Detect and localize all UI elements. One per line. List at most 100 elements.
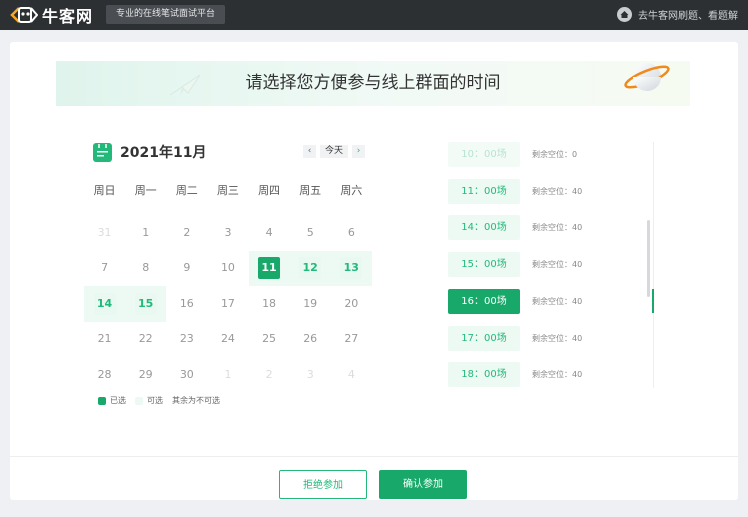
time-slot-button[interactable]: 18：00场 <box>448 362 520 388</box>
remaining-seats-label: 剩余空位：40 <box>532 186 583 196</box>
legend-unavailable-label: 其余为不可选 <box>172 396 220 405</box>
calendar-day: 5 <box>290 215 331 251</box>
calendar-day-number: 7 <box>101 261 109 275</box>
time-slot-button[interactable]: 15：00场 <box>448 252 520 278</box>
calendar-day-number: 3 <box>306 367 314 381</box>
confirm-button[interactable]: 确认参加 <box>379 470 467 499</box>
calendar-day: 27 <box>331 322 372 358</box>
practice-link-label: 去牛客网刷题、看题解 <box>638 11 738 22</box>
calendar-day-number: 25 <box>262 332 277 346</box>
legend-selected-swatch <box>98 396 106 405</box>
logo[interactable]: 牛客网 <box>10 4 93 26</box>
calendar-grid: 31 1 2 3 4 5 6 7 8 9 10 11 12 13 14 15 16 17 18 19 20 21 22 23 2… <box>84 215 372 393</box>
remaining-seats-label: 剩余空位：0 <box>532 150 578 159</box>
remaining-seats-label: 剩余空位：40 <box>532 260 583 270</box>
legend-unavailable: 其余为不可选 <box>172 395 220 406</box>
calendar-day-number: 10 <box>220 261 235 275</box>
today-button[interactable]: 今天 <box>320 145 349 158</box>
calendar-day: 31 <box>84 215 125 251</box>
calendar-day-number: 16 <box>179 296 194 310</box>
calendar-day-number: 21 <box>97 332 112 346</box>
calendar-day[interactable]: 13 <box>330 250 372 286</box>
calendar-day: 4 <box>331 357 372 393</box>
calendar-day: 3 <box>290 357 331 393</box>
calendar-day-number: 17 <box>220 296 235 310</box>
next-month-button[interactable]: › <box>352 145 366 158</box>
weekday-label: 周三 <box>216 184 239 197</box>
calendar-day: 19 <box>290 286 331 322</box>
calendar-day[interactable]: 11 <box>248 250 290 286</box>
calendar-day: 20 <box>331 286 372 322</box>
time-slot-row: 18：00场 剩余空位：40 <box>448 362 648 388</box>
calendar-day-number: 15 <box>134 292 157 315</box>
calendar-day: 25 <box>249 322 290 358</box>
nowcoder-logo-icon <box>10 5 39 25</box>
legend-selected-label: 已选 <box>110 396 126 405</box>
calendar-day-number: 30 <box>179 367 194 381</box>
calendar-day-number: 2 <box>265 367 273 381</box>
weekday-label: 周四 <box>258 184 281 197</box>
calendar-day[interactable]: 14 <box>84 286 126 322</box>
time-slot-button[interactable]: 16：00场 <box>448 288 520 314</box>
calendar-day-number: 19 <box>303 296 318 310</box>
calendar-day-number: 31 <box>97 225 112 239</box>
calendar-icon <box>93 142 112 162</box>
practice-link[interactable]: 去牛客网刷题、看题解 <box>617 7 738 22</box>
remaining-seats-label: 剩余空位：40 <box>532 223 583 233</box>
reject-button[interactable]: 拒绝参加 <box>279 470 367 499</box>
selected-slot-indicator <box>652 289 654 313</box>
legend-available-swatch <box>135 396 143 405</box>
calendar-legend: 已选 可选 其余为不可选 <box>98 395 229 406</box>
calendar-day-number: 29 <box>138 367 153 381</box>
calendar-day: 1 <box>125 215 166 251</box>
calendar-day-number: 11 <box>258 257 281 280</box>
banner: 请选择您方便参与线上群面的时间 <box>56 61 690 106</box>
time-slot-button[interactable]: 17：00场 <box>448 325 520 351</box>
calendar-day: 23 <box>166 322 207 358</box>
time-slot-row: 14：00场 剩余空位：40 <box>448 215 648 241</box>
calendar-day: 16 <box>166 286 207 322</box>
calendar-day: 18 <box>249 286 290 322</box>
top-bar: 牛客网 专业的在线笔试面试平台 去牛客网刷题、看题解 <box>0 0 748 30</box>
calendar-day: 22 <box>125 322 166 358</box>
time-slot-button[interactable]: 14：00场 <box>448 215 520 241</box>
banner-title: 请选择您方便参与线上群面的时间 <box>245 73 501 93</box>
calendar-day: 28 <box>84 357 125 393</box>
home-icon <box>617 7 632 22</box>
calendar-day-number: 6 <box>347 225 355 239</box>
calendar-day: 26 <box>290 322 331 358</box>
calendar-day-number: 2 <box>183 225 191 239</box>
slot-scrollbar[interactable] <box>647 220 650 297</box>
calendar-month-title: 2021年11月 <box>120 145 207 161</box>
calendar-day-number: 9 <box>183 261 191 275</box>
calendar-day-number: 12 <box>299 257 322 280</box>
calendar-day-number: 14 <box>93 292 116 315</box>
time-slot-row: 16：00场 剩余空位：40 <box>448 288 648 314</box>
time-slot-button[interactable]: 11：00场 <box>448 178 520 204</box>
remaining-seats-label: 剩余空位：40 <box>532 296 583 306</box>
calendar-day-number: 13 <box>340 257 363 280</box>
planet-icon <box>624 63 670 91</box>
logo-text: 牛客网 <box>42 7 94 26</box>
remaining-seats-label: 剩余空位：40 <box>532 370 583 380</box>
calendar-day-number: 8 <box>142 261 150 275</box>
calendar-day-number: 1 <box>142 225 150 239</box>
calendar-day-number: 4 <box>347 367 355 381</box>
legend-selected: 已选 <box>98 395 126 406</box>
weekday-label: 周二 <box>175 184 198 197</box>
calendar-day: 2 <box>166 215 207 251</box>
calendar-day: 1 <box>207 357 248 393</box>
time-slot-list[interactable]: 10：00场 剩余空位：0 11：00场 剩余空位：40 14：00场 剩余空位：40 15… <box>448 142 654 388</box>
time-slot-button[interactable]: 10：00场 <box>448 142 520 167</box>
schedule-card: 请选择您方便参与线上群面的时间 2021年11月 ‹ 今天 › 周日 周一 周二… <box>10 42 738 500</box>
calendar-day[interactable]: 12 <box>289 250 331 286</box>
time-slot-row: 15：00场 剩余空位：40 <box>448 252 648 278</box>
calendar-day: 2 <box>249 357 290 393</box>
calendar-day: 4 <box>249 215 290 251</box>
prev-month-button[interactable]: ‹ <box>303 145 316 158</box>
time-slot-row: 11：00场 剩余空位：40 <box>448 178 648 204</box>
time-slot-row: 17：00场 剩余空位：40 <box>448 325 648 351</box>
calendar-day: 24 <box>207 322 248 358</box>
calendar-nav: ‹ 今天 › <box>303 145 366 158</box>
calendar-day[interactable]: 15 <box>125 286 167 322</box>
